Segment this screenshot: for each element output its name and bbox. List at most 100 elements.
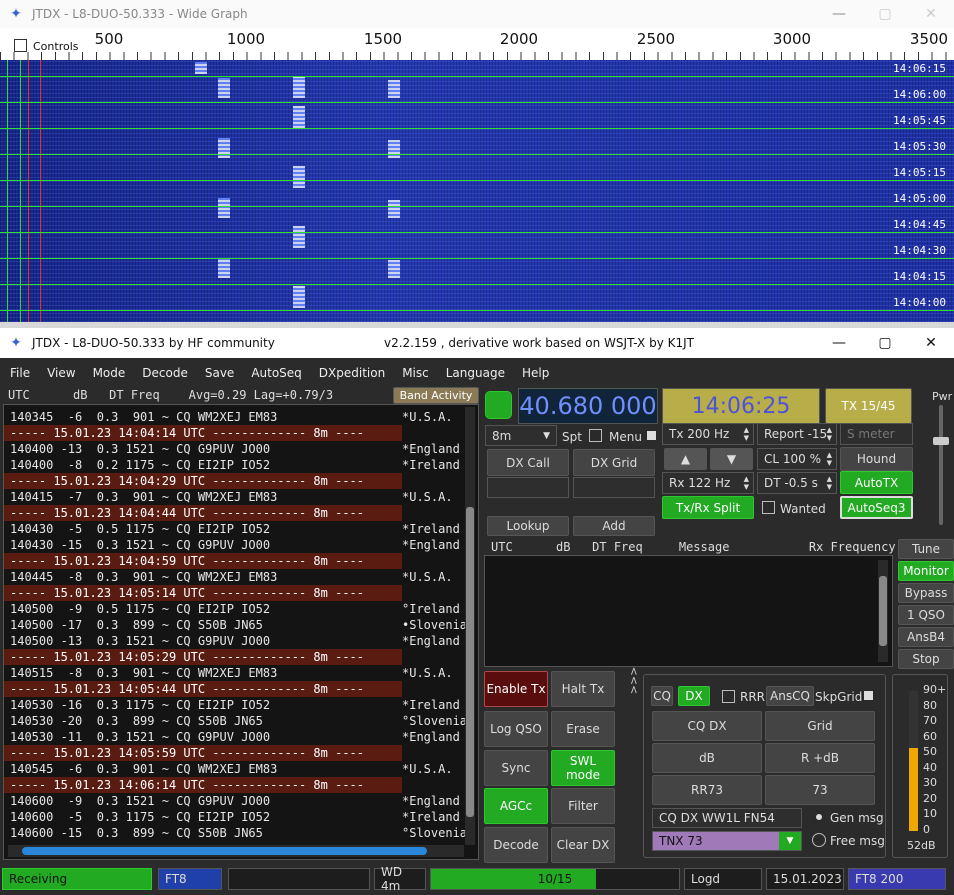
spinner-icon[interactable]: ▲ ▼ bbox=[827, 451, 832, 467]
decode-separator-row[interactable]: ----- 15.01.23 14:05:59 UTC ------------… bbox=[4, 745, 402, 761]
rr73-button[interactable]: RR73 bbox=[652, 775, 762, 805]
maximize-icon[interactable]: ▢ bbox=[862, 328, 908, 358]
menu-save[interactable]: Save bbox=[205, 366, 234, 380]
decode-separator-row[interactable]: ----- 15.01.23 14:04:59 UTC ------------… bbox=[4, 553, 402, 569]
maximize-icon[interactable]: ▢ bbox=[862, 0, 908, 28]
wanted-checkbox[interactable] bbox=[762, 501, 775, 514]
tx-rx-split-button[interactable]: Tx/Rx Split bbox=[662, 496, 754, 519]
power-slider[interactable] bbox=[933, 405, 949, 525]
anscq-button[interactable]: AnsCQ bbox=[766, 686, 814, 706]
dx-button[interactable]: DX bbox=[678, 686, 710, 706]
menu-view[interactable]: View bbox=[47, 366, 75, 380]
rx-frequency-list[interactable] bbox=[484, 555, 893, 667]
band-select[interactable]: 8m ▼ bbox=[485, 425, 557, 446]
decode-row[interactable]: 140445 -8 0.3 901 ~ CQ WM2XEJ EM83 *U.S.A… bbox=[4, 569, 478, 585]
band-activity-button[interactable]: Band Activity bbox=[393, 387, 479, 404]
clear-dx-button[interactable]: Clear DX bbox=[551, 827, 615, 863]
horizontal-scrollbar[interactable] bbox=[8, 845, 464, 857]
decode-separator-row[interactable]: ----- 15.01.23 14:04:44 UTC ------------… bbox=[4, 505, 402, 521]
cq-button[interactable]: CQ bbox=[651, 686, 673, 706]
stop-button[interactable]: Stop bbox=[898, 649, 954, 669]
dx-call-label[interactable]: DX Call bbox=[487, 449, 569, 476]
log-qso-button[interactable]: Log QSO bbox=[484, 711, 548, 747]
decode-row[interactable]: 140500 -9 0.5 1175 ~ CQ EI2IP IO52 °Irela… bbox=[4, 601, 478, 617]
spinner-icon[interactable]: ▲ ▼ bbox=[827, 475, 832, 491]
spinner-icon[interactable]: ▲ ▼ bbox=[744, 426, 749, 442]
decode-row[interactable]: 140545 -6 0.3 901 ~ CQ WM2XEJ EM83 *U.S.A… bbox=[4, 761, 478, 777]
73-button[interactable]: 73 bbox=[765, 775, 875, 805]
decode-row[interactable]: 140345 -6 0.3 901 ~ CQ WM2XEJ EM83 *U.S.A… bbox=[4, 409, 478, 425]
waterfall-display[interactable]: 14:06:15 14:06:00 14:05:45 14:05:30 14:0… bbox=[0, 60, 954, 322]
decode-row[interactable]: 140500 -13 0.3 1521 ~ CQ G9PUV JO00 *Engl… bbox=[4, 633, 478, 649]
frequency-scale[interactable]: Controls 500 1000 1500 2000 2500 3000 35… bbox=[0, 28, 954, 60]
vertical-scrollbar[interactable] bbox=[878, 560, 888, 662]
hound-button[interactable]: Hound bbox=[840, 447, 913, 471]
controls-checkbox[interactable] bbox=[14, 39, 27, 52]
bypass-button[interactable]: Bypass bbox=[898, 583, 954, 603]
generated-message-field[interactable]: CQ DX WW1L FN54 bbox=[652, 808, 802, 828]
spinner-icon[interactable]: ▲ ▼ bbox=[744, 475, 749, 491]
decode-row[interactable]: 140430 -5 0.5 1175 ~ CQ EI2IP IO52 *Irela… bbox=[4, 521, 478, 537]
menu-file[interactable]: File bbox=[10, 366, 30, 380]
decode-row[interactable]: 140530 -11 0.3 1521 ~ CQ G9PUV JO00 *Engl… bbox=[4, 729, 478, 745]
menu-autoseq[interactable]: AutoSeq bbox=[251, 366, 301, 380]
decode-separator-row[interactable]: ----- 15.01.23 14:04:29 UTC ------------… bbox=[4, 473, 402, 489]
decode-row[interactable]: 140515 -8 0.3 901 ~ CQ WM2XEJ EM83 *U.S.A… bbox=[4, 665, 478, 681]
dx-grid-label[interactable]: DX Grid bbox=[573, 449, 655, 476]
decode-row[interactable]: 140530 -20 0.3 899 ~ CQ S50B JN65 °Sloven… bbox=[4, 713, 478, 729]
down-arrow-button[interactable]: ▼ bbox=[710, 448, 753, 470]
menu-checkbox[interactable] bbox=[645, 429, 658, 442]
lookup-button[interactable]: Lookup bbox=[487, 516, 569, 536]
dt-spinbox[interactable]: DT -0.5 s ▲ ▼ bbox=[757, 472, 837, 494]
autoseq-button[interactable]: AutoSeq3 bbox=[840, 496, 913, 519]
tune-button[interactable]: Tune bbox=[898, 539, 954, 559]
tx-frequency-spinbox[interactable]: Tx 200 Hz ▲ ▼ bbox=[662, 423, 754, 445]
decode-button[interactable]: Decode bbox=[484, 827, 548, 863]
enable-tx-button[interactable]: Enable Tx bbox=[484, 671, 548, 707]
dial-frequency[interactable]: 40.680 000 bbox=[518, 388, 658, 424]
cq-dx-button[interactable]: CQ DX bbox=[652, 711, 762, 741]
decode-row[interactable]: 140400 -13 0.3 1521 ~ CQ G9PUV JO00 *Engl… bbox=[4, 441, 478, 457]
decode-row[interactable]: 140600 -9 0.3 1521 ~ CQ G9PUV JO00 *Engla… bbox=[4, 793, 478, 809]
decode-separator-row[interactable]: ----- 15.01.23 14:05:44 UTC ------------… bbox=[4, 681, 402, 697]
erase-button[interactable]: Erase bbox=[551, 711, 615, 747]
halt-tx-button[interactable]: Halt Tx bbox=[551, 671, 615, 707]
decode-separator-row[interactable]: ----- 15.01.23 14:05:29 UTC ------------… bbox=[4, 649, 402, 665]
close-icon[interactable]: ✕ bbox=[908, 0, 954, 28]
menu-decode[interactable]: Decode bbox=[142, 366, 188, 380]
close-icon[interactable]: ✕ bbox=[908, 328, 954, 358]
gen-msg-radio[interactable] bbox=[812, 810, 826, 824]
minimize-icon[interactable]: — bbox=[816, 328, 862, 358]
decode-separator-row[interactable]: ----- 15.01.23 14:06:14 UTC ------------… bbox=[4, 777, 402, 793]
up-arrow-button[interactable]: ▲ bbox=[664, 448, 707, 470]
add-button[interactable]: Add bbox=[573, 516, 655, 536]
decode-row[interactable]: 140430 -15 0.3 1521 ~ CQ G9PUV JO00 *Engl… bbox=[4, 537, 478, 553]
agcc-button[interactable]: AGCc bbox=[484, 788, 548, 824]
skipgrid-checkbox[interactable] bbox=[862, 689, 875, 702]
spt-checkbox[interactable] bbox=[589, 429, 602, 442]
rx-frequency-spinbox[interactable]: Rx 122 Hz ▲ ▼ bbox=[662, 472, 754, 494]
dx-grid-input[interactable] bbox=[573, 477, 655, 498]
decode-row[interactable]: 140500 -17 0.3 899 ~ CQ S50B JN65 •Sloven… bbox=[4, 617, 478, 633]
free-msg-radio[interactable] bbox=[812, 833, 826, 847]
report-spinbox[interactable]: Report -15 ▲ ▼ bbox=[757, 423, 837, 445]
spinner-icon[interactable]: ▲ ▼ bbox=[827, 426, 832, 442]
band-activity-list[interactable]: 140345 -6 0.3 901 ~ CQ WM2XEJ EM83 *U.S.A… bbox=[3, 404, 479, 860]
decode-row[interactable]: 140530 -16 0.3 1175 ~ CQ EI2IP IO52 *Irel… bbox=[4, 697, 478, 713]
swap-arrows-icon[interactable]: <<< bbox=[627, 667, 640, 695]
cl-spinbox[interactable]: CL 100 % ▲ ▼ bbox=[757, 448, 837, 470]
decode-row[interactable]: 140400 -8 0.2 1175 ~ CQ EI2IP IO52 *Irela… bbox=[4, 457, 478, 473]
monitor-button[interactable]: Monitor bbox=[898, 561, 954, 581]
menu-dxpedition[interactable]: DXpedition bbox=[319, 366, 385, 380]
menu-language[interactable]: Language bbox=[446, 366, 505, 380]
grid-button[interactable]: Grid bbox=[765, 711, 875, 741]
free-message-select[interactable]: TNX 73 ▼ bbox=[652, 831, 802, 851]
r-db-button[interactable]: R +dB bbox=[765, 743, 875, 773]
rrr-checkbox[interactable] bbox=[722, 690, 735, 703]
one-qso-button[interactable]: 1 QSO bbox=[898, 605, 954, 625]
swl-mode-button[interactable]: SWL mode bbox=[551, 750, 615, 786]
menu-misc[interactable]: Misc bbox=[402, 366, 429, 380]
sync-button[interactable]: Sync bbox=[484, 750, 548, 786]
decode-row[interactable]: 140600 -5 0.3 1175 ~ CQ EI2IP IO52 *Irela… bbox=[4, 809, 478, 825]
minimize-icon[interactable]: — bbox=[816, 0, 862, 28]
